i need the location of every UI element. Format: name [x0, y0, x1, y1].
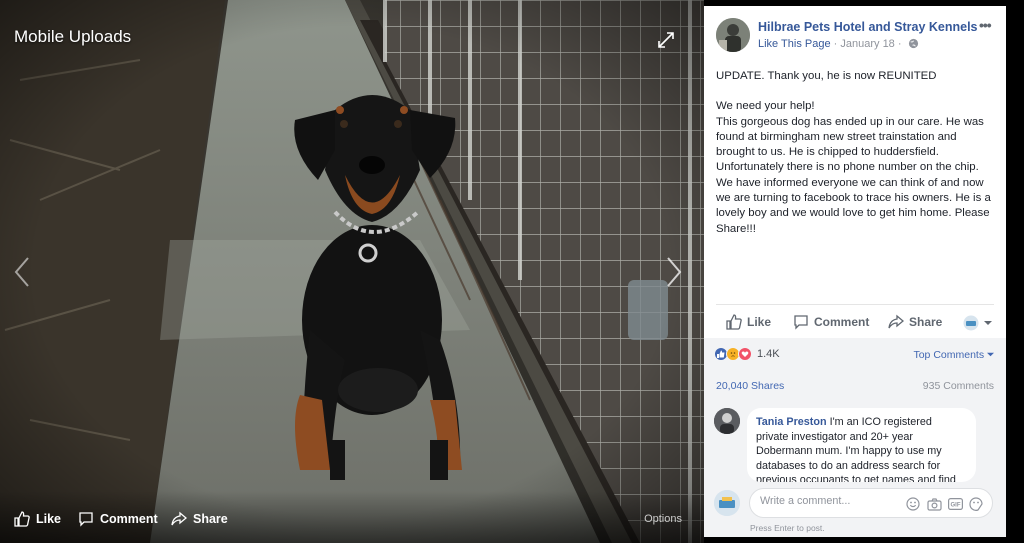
viewer-share-label: Share — [193, 512, 228, 526]
page-name-link[interactable]: Hilbrae Pets Hotel and Stray Kennels — [758, 20, 978, 34]
chevron-right-icon[interactable] — [664, 255, 684, 289]
reactions-summary[interactable]: 1.4K — [714, 347, 780, 361]
viewer-comment-button[interactable]: Comment — [78, 511, 158, 527]
press-enter-hint: Press Enter to post. — [750, 523, 825, 533]
post-panel: Hilbrae Pets Hotel and Stray Kennels •••… — [704, 6, 1006, 537]
comment-bubble: Tania Preston I'm an ICO registered priv… — [747, 408, 976, 482]
viewer-options-button[interactable]: Options — [644, 513, 682, 525]
page-avatar[interactable] — [716, 18, 750, 52]
camera-icon[interactable] — [926, 496, 942, 512]
viewer-like-label: Like — [36, 512, 62, 526]
comment-bubble-icon — [794, 315, 808, 330]
caret-down-icon — [987, 352, 994, 357]
share-arrow-icon — [171, 511, 187, 526]
reaction-count: 1.4K — [757, 348, 780, 360]
comment-label: Comment — [814, 315, 870, 329]
viewer-share-button[interactable]: Share — [171, 511, 228, 527]
photo-viewer: Mobile Uploads Like Comment Share Option… — [0, 0, 704, 543]
thumbs-up-icon — [14, 511, 30, 527]
profile-avatar-icon — [963, 315, 979, 331]
share-arrow-icon — [888, 314, 904, 329]
emoji-icon[interactable] — [905, 496, 921, 512]
post-header: Hilbrae Pets Hotel and Stray Kennels •••… — [716, 17, 998, 58]
post-date[interactable]: January 18 — [840, 38, 894, 50]
post-action-bar: Like Comment Share — [716, 304, 994, 338]
gif-icon[interactable]: GIF — [947, 496, 963, 512]
comment-input-box[interactable]: GIF — [749, 488, 993, 518]
post-body-text: We need your help! This gorgeous dog has… — [716, 100, 991, 235]
more-options-icon[interactable]: ••• — [979, 17, 992, 33]
chevron-left-icon[interactable] — [12, 255, 32, 289]
like-label: Like — [747, 315, 772, 329]
svg-text:GIF: GIF — [950, 502, 960, 508]
share-label: Share — [909, 315, 943, 329]
composer-icons: GIF — [905, 496, 984, 512]
post-update-text: UPDATE. Thank you, he is now REUNITED — [716, 70, 937, 82]
current-user-avatar — [714, 490, 740, 516]
comment-button[interactable]: Comment — [793, 314, 869, 330]
comment-input[interactable] — [760, 495, 910, 507]
post-text: UPDATE. Thank you, he is now REUNITED We… — [716, 69, 998, 237]
album-title: Mobile Uploads — [14, 27, 132, 46]
comment-bubble-icon — [79, 512, 93, 527]
sticker-icon[interactable] — [968, 496, 984, 512]
viewer-like-button[interactable]: Like — [14, 511, 61, 527]
top-comments-label: Top Comments — [913, 349, 985, 361]
comment-author[interactable]: Tania Preston — [756, 416, 827, 428]
share-button[interactable]: Share — [888, 314, 942, 330]
shares-count[interactable]: 20,040 Shares — [716, 380, 784, 392]
subline-separator-2: · — [897, 38, 902, 50]
viewer-action-bar: Like Comment Share Options — [0, 491, 704, 543]
caret-down-icon — [984, 321, 992, 325]
dog-photo — [0, 0, 704, 543]
expand-icon[interactable] — [656, 30, 676, 50]
comments-count[interactable]: 935 Comments — [923, 380, 994, 392]
post-subline: Like This Page · January 18 · — [758, 38, 919, 52]
subline-separator: · — [833, 38, 838, 50]
commenter-avatar[interactable] — [714, 408, 740, 434]
like-page-link[interactable]: Like This Page — [758, 38, 831, 50]
thumbs-up-icon — [726, 314, 742, 330]
audience-selector[interactable] — [963, 315, 997, 331]
viewer-comment-label: Comment — [100, 512, 158, 526]
like-button[interactable]: Like — [726, 314, 771, 330]
public-globe-icon — [908, 38, 919, 52]
comments-section: 1.4K Top Comments 20,040 Shares 935 Comm… — [704, 338, 1006, 537]
top-comments-dropdown[interactable]: Top Comments — [913, 349, 994, 361]
love-reaction-icon — [738, 347, 752, 361]
